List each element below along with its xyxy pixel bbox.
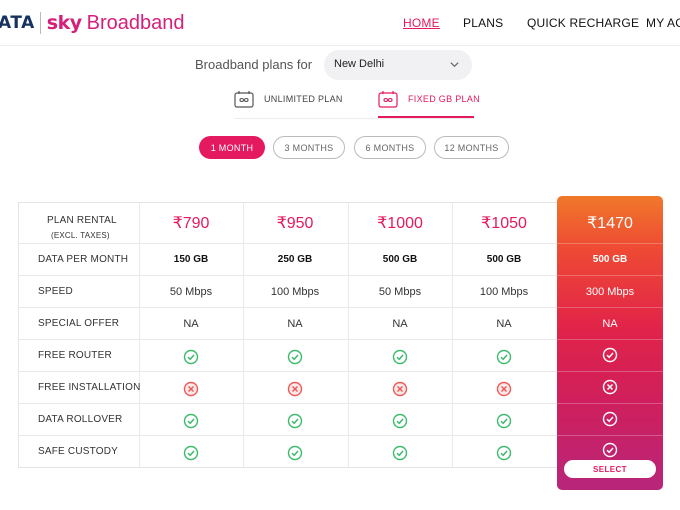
logo-divider	[39, 12, 41, 34]
col-divider	[139, 202, 140, 468]
cross-circle-icon	[496, 381, 512, 397]
logo-product: Broadband	[86, 11, 185, 34]
plan-speed: 50 Mbps	[169, 286, 213, 298]
check-circle-icon	[287, 445, 303, 461]
duration-6-months[interactable]: 6 MONTHS	[354, 136, 426, 159]
featured-plan-column[interactable]: ₹1470 500 GB 300 Mbps NA SELECT	[557, 196, 663, 490]
row-divider	[18, 339, 558, 340]
plan-speed: 100 Mbps	[479, 286, 529, 298]
check-circle-icon	[602, 442, 618, 458]
check-circle-icon	[287, 413, 303, 429]
col-divider	[243, 202, 244, 468]
row-label-plan-rental: PLAN RENTAL	[47, 215, 117, 226]
chevron-down-icon	[450, 62, 459, 68]
row-divider	[557, 243, 663, 244]
nav-plans[interactable]: PLANS	[463, 16, 503, 30]
col-divider	[452, 202, 453, 468]
plan-offer: NA	[496, 318, 512, 330]
row-label-free-router: FREE ROUTER	[38, 350, 112, 361]
tab-fixed-gb-plan[interactable]: FIXED GB PLAN	[378, 88, 480, 118]
duration-3-months[interactable]: 3 MONTHS	[273, 136, 345, 159]
check-circle-icon	[496, 413, 512, 429]
check-circle-icon	[392, 413, 408, 429]
check-circle-icon	[392, 445, 408, 461]
row-label-special-offer: SPECIAL OFFER	[38, 318, 120, 329]
row-label-data-per-month: DATA PER MONTH	[38, 254, 129, 265]
tab-label: FIXED GB PLAN	[408, 94, 480, 104]
col-divider	[348, 202, 349, 468]
plan-offer: NA	[287, 318, 303, 330]
tata-sky-logo[interactable]: ATA sky Broadband	[0, 9, 185, 37]
plan-data: 250 GB	[277, 254, 313, 265]
nav-quick-recharge[interactable]: QUICK RECHARGE	[527, 16, 639, 30]
cross-circle-icon	[392, 381, 408, 397]
cross-circle-icon	[183, 381, 199, 397]
infinity-router-icon	[234, 91, 254, 108]
row-label-excl-taxes: (EXCL. TAXES)	[51, 231, 110, 240]
plan-price: ₹790	[172, 215, 210, 232]
row-divider	[557, 339, 663, 340]
featured-speed: 300 Mbps	[585, 286, 635, 298]
row-label-safe-custody: SAFE CUSTODY	[38, 446, 119, 457]
duration-12-months[interactable]: 12 MONTHS	[434, 136, 509, 159]
cross-circle-icon	[602, 379, 618, 395]
cross-circle-icon	[287, 381, 303, 397]
logo-sky: sky	[46, 12, 82, 34]
check-circle-icon	[496, 349, 512, 365]
location-label: Broadband plans for	[195, 57, 313, 72]
plan-price: ₹1000	[377, 215, 423, 232]
select-button[interactable]: SELECT	[564, 460, 656, 478]
row-divider	[557, 403, 663, 404]
plan-speed: 50 Mbps	[378, 286, 422, 298]
plan-price: ₹1050	[481, 215, 527, 232]
featured-offer: NA	[602, 318, 618, 330]
plan-offer: NA	[183, 318, 199, 330]
check-circle-icon	[392, 349, 408, 365]
gb-router-icon	[378, 91, 398, 108]
row-divider	[18, 307, 558, 308]
site-header: ATA sky Broadband HOME PLANS QUICK RECHA…	[0, 0, 680, 46]
row-divider	[18, 371, 558, 372]
row-label-speed: SPEED	[38, 286, 73, 297]
check-circle-icon	[287, 349, 303, 365]
plan-data: 500 GB	[486, 254, 522, 265]
location-value: New Delhi	[334, 58, 385, 70]
tabs-divider	[234, 118, 474, 119]
featured-data: 500 GB	[592, 254, 628, 265]
plan-data: 500 GB	[382, 254, 418, 265]
row-divider	[557, 275, 663, 276]
logo-brand: ATA	[0, 13, 35, 33]
row-divider	[557, 371, 663, 372]
location-select[interactable]: New Delhi	[324, 50, 472, 80]
nav-home[interactable]: HOME	[403, 16, 440, 30]
featured-price: ₹1470	[587, 215, 633, 232]
row-label-data-rollover: DATA ROLLOVER	[38, 414, 123, 425]
check-circle-icon	[602, 411, 618, 427]
check-circle-icon	[183, 413, 199, 429]
duration-1-month[interactable]: 1 MONTH	[199, 136, 265, 159]
nav-my-account[interactable]: MY ACC	[646, 16, 680, 30]
row-divider	[557, 307, 663, 308]
tab-label: UNLIMITED PLAN	[264, 94, 343, 104]
plan-price: ₹950	[276, 215, 314, 232]
plan-speed: 100 Mbps	[270, 286, 320, 298]
check-circle-icon	[602, 347, 618, 363]
row-divider	[557, 435, 663, 436]
check-circle-icon	[183, 349, 199, 365]
row-divider	[18, 403, 558, 404]
row-divider	[18, 243, 558, 244]
plan-offer: NA	[392, 318, 408, 330]
check-circle-icon	[496, 445, 512, 461]
row-divider	[18, 435, 558, 436]
plan-data: 150 GB	[173, 254, 209, 265]
check-circle-icon	[183, 445, 199, 461]
row-divider	[18, 275, 558, 276]
row-label-free-installation: FREE INSTALLATION	[38, 382, 141, 393]
